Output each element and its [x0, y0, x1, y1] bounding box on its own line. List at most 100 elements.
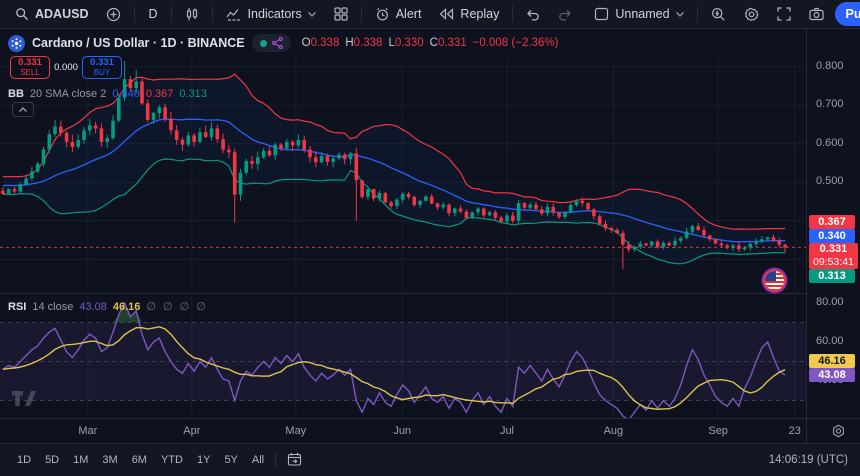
time-axis-label: May [285, 425, 306, 437]
market-status-pill[interactable] [252, 34, 291, 52]
tv-logo-icon [12, 391, 36, 407]
toolbar-divider [361, 6, 362, 22]
fullscreen-button[interactable] [770, 4, 798, 24]
replay-label: Replay [460, 7, 499, 21]
toolbar-divider [134, 6, 135, 22]
legend-collapse-button[interactable] [12, 102, 34, 117]
price-axis-tick: 0.500 [816, 175, 844, 188]
indicators-icon [226, 7, 242, 21]
toolbar-divider [512, 6, 513, 22]
time-axis-label: Sep [708, 425, 728, 437]
indicators-button[interactable]: Indicators [219, 4, 323, 24]
axis-settings-gear-icon[interactable] [831, 424, 846, 439]
search-flash-icon [711, 7, 726, 22]
bb-basis-value: 0.340 [112, 88, 140, 100]
price-badge: 0.313 [809, 269, 855, 283]
undo-icon [526, 8, 540, 21]
rsi-axis-tick: 60.00 [816, 335, 844, 348]
grid-layout-button[interactable] [327, 4, 355, 24]
gear-icon [744, 7, 759, 22]
range-1d[interactable]: 1D [12, 450, 36, 470]
spread-value: 0.000 [50, 62, 82, 73]
chart-region: Cardano / US Dollar · 1D · BINANCE O0.33… [0, 29, 860, 443]
trade-panel: 0.331 SELL 0.000 0.331 BUY [10, 56, 122, 79]
rsi-empty-values: ∅ ∅ ∅ ∅ [146, 300, 208, 313]
interval-button[interactable]: D [141, 4, 164, 24]
time-axis[interactable]: MarAprMayJunJulAugSep23 [0, 418, 806, 443]
undo-button[interactable] [519, 5, 547, 24]
range-all[interactable]: All [247, 450, 269, 470]
session-clock[interactable]: 14:06:19 (UTC) [769, 454, 848, 466]
rsi-badge: 46.16 [809, 354, 855, 368]
tradingview-logo[interactable] [12, 391, 36, 412]
layout-name: Unnamed [615, 7, 669, 21]
redo-button[interactable] [551, 5, 579, 24]
toolbar-divider [171, 6, 172, 22]
buy-button[interactable]: 0.331 BUY [82, 56, 122, 79]
toolbar-divider [212, 6, 213, 22]
bb-upper-value: 0.367 [146, 88, 174, 100]
top-toolbar: ADAUSD D Indicators [0, 0, 860, 29]
search-icon [15, 7, 29, 21]
price-axis-tick: 0.600 [816, 137, 844, 150]
symbol-search-button[interactable]: ADAUSD [8, 4, 95, 24]
time-axis-corner [806, 418, 860, 443]
symbol-name: ADAUSD [35, 7, 88, 21]
price-axis[interactable]: 0.8000.7000.6000.50080.0060.0040.000.367… [806, 29, 860, 418]
toolbar-divider [275, 452, 276, 468]
time-axis-label: Aug [604, 425, 624, 437]
tradingview-app: ADAUSD D Indicators [0, 0, 860, 476]
replay-button[interactable]: Replay [432, 4, 506, 24]
alert-button[interactable]: Alert [368, 4, 429, 25]
time-axis-label: Jul [500, 425, 514, 437]
layout-grid-icon [334, 7, 348, 21]
time-axis-label: Apr [183, 425, 200, 437]
share-icon [272, 37, 283, 49]
chevron-up-icon [19, 107, 27, 112]
sell-button[interactable]: 0.331 SELL [10, 56, 50, 79]
calendar-icon [287, 452, 302, 466]
chart-style-button[interactable] [178, 4, 206, 25]
screenshot-button[interactable] [802, 4, 831, 24]
layout-select-button[interactable]: Unnamed [587, 4, 690, 24]
price-badge: 0.33109:53:41 [809, 243, 858, 269]
range-1y[interactable]: 1Y [192, 450, 215, 470]
indicators-label: Indicators [248, 7, 302, 21]
alarm-clock-icon [375, 7, 390, 22]
market-open-dot-icon [260, 40, 267, 47]
rsi-pane-canvas[interactable] [0, 296, 806, 418]
rewind-icon [439, 8, 454, 20]
plot-area: Cardano / US Dollar · 1D · BINANCE O0.33… [0, 29, 806, 443]
bb-indicator-legend[interactable]: BB 20 SMA close 2 0.340 0.367 0.313 [8, 88, 207, 100]
pane-resize-handle[interactable] [0, 293, 806, 294]
time-axis-label: 23 [789, 425, 801, 437]
price-badge: 0.340 [809, 229, 855, 243]
range-1m[interactable]: 1M [68, 450, 93, 470]
camera-icon [809, 7, 824, 21]
price-badge: 0.367 [809, 215, 855, 229]
economic-event-marker-icon[interactable] [763, 269, 786, 292]
symbol-legend[interactable]: Cardano / US Dollar · 1D · BINANCE O0.33… [8, 34, 558, 52]
range-6m[interactable]: 6M [127, 450, 152, 470]
chevron-down-icon [676, 12, 684, 17]
bottom-toolbar: 1D 5D 1M 3M 6M YTD 1Y 5Y All 14:06:19 (U… [0, 443, 860, 476]
time-axis-label: Jun [393, 425, 411, 437]
range-3m[interactable]: 3M [97, 450, 122, 470]
ohlc-values: O0.338 H0.338 L0.330 C0.331 −0.008 (−2.3… [302, 37, 559, 49]
rsi-ma-value: 46.16 [113, 301, 141, 313]
range-5y[interactable]: 5Y [219, 450, 242, 470]
plus-circle-icon [106, 7, 121, 22]
publish-button[interactable]: Pub [835, 2, 860, 26]
layout-square-icon [594, 7, 609, 21]
price-axis-tick: 0.800 [816, 60, 844, 73]
chart-settings-button[interactable] [737, 4, 766, 25]
range-ytd[interactable]: YTD [156, 450, 188, 470]
alert-label: Alert [396, 7, 422, 21]
bb-lower-value: 0.313 [179, 88, 207, 100]
rsi-indicator-legend[interactable]: RSI 14 close 43.08 46.16 ∅ ∅ ∅ ∅ [8, 300, 208, 313]
range-5d[interactable]: 5D [40, 450, 64, 470]
go-to-date-button[interactable] [282, 448, 307, 473]
quick-search-button[interactable] [704, 4, 733, 25]
price-axis-tick: 0.700 [816, 98, 844, 111]
compare-add-button[interactable] [99, 4, 128, 25]
